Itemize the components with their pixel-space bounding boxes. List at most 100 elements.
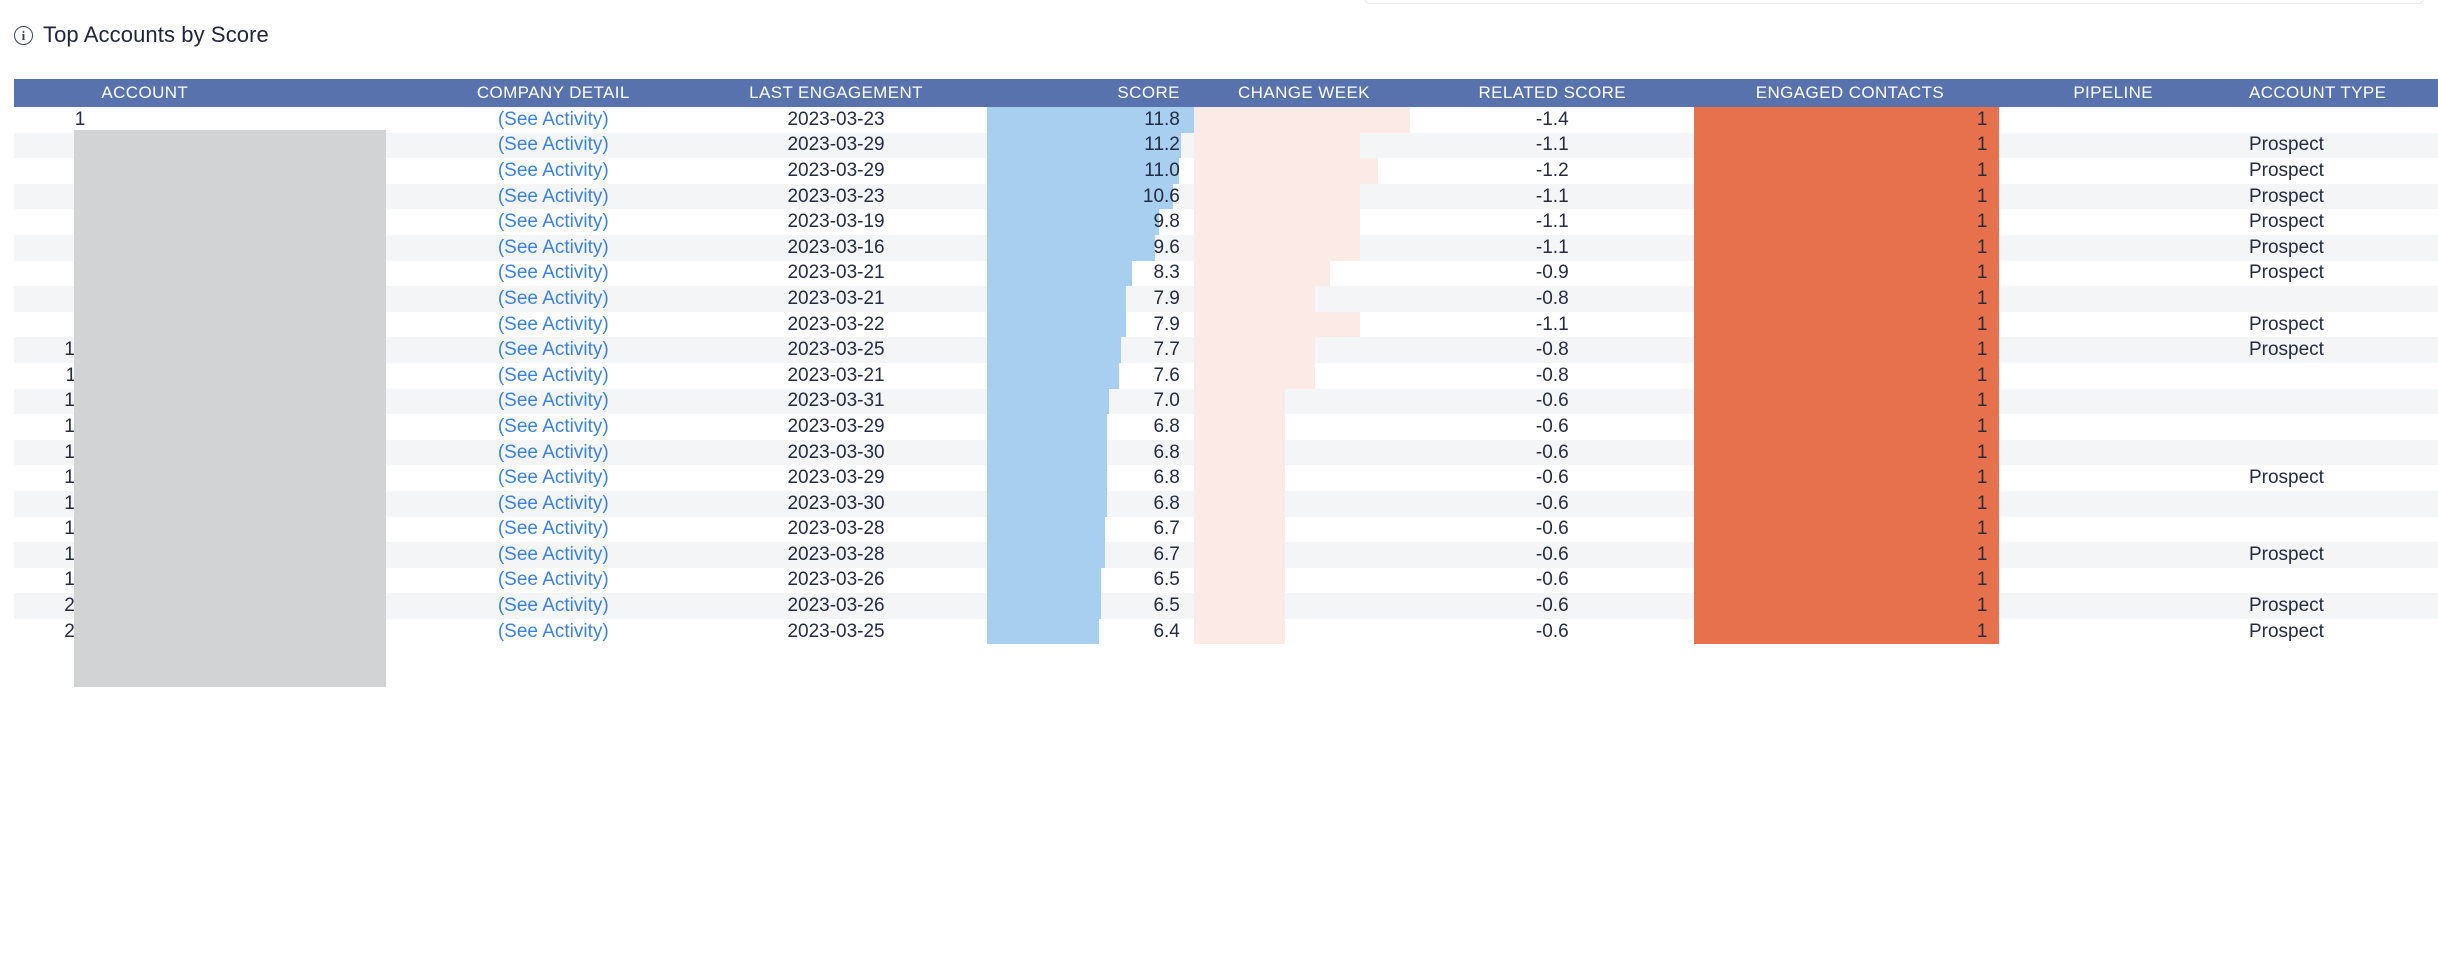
- cell-engaged-contacts: 1: [1694, 132, 2000, 159]
- cell-company-detail[interactable]: (See Activity): [421, 465, 686, 491]
- score-bar: [986, 260, 1132, 287]
- cell-related-score-value: -0.6: [1535, 569, 1569, 591]
- score-bar: [986, 439, 1107, 466]
- score-bar: [986, 542, 1105, 568]
- cell-score: 6.8: [986, 465, 1194, 491]
- change-week-bar: [1193, 337, 1315, 363]
- cell-pipeline: [1999, 618, 2227, 645]
- info-circle-icon[interactable]: i: [14, 25, 33, 45]
- cell-company-detail[interactable]: (See Activity): [421, 107, 686, 133]
- cell-company-detail[interactable]: (See Activity): [421, 337, 686, 363]
- cell-engaged-contacts: 1: [1694, 593, 2000, 619]
- cell-company-detail-value: (See Activity): [497, 287, 609, 309]
- change-week-bar: [1193, 490, 1285, 517]
- cell-company-detail[interactable]: (See Activity): [421, 234, 686, 261]
- column-header-pipeline[interactable]: PIPELINE: [1999, 79, 2227, 107]
- cell-related-score: -1.1: [1410, 132, 1695, 159]
- cell-score-value: 9.8: [1153, 211, 1180, 233]
- column-header-related-score[interactable]: RELATED SCORE: [1410, 79, 1695, 107]
- cell-related-score-value: -0.6: [1535, 492, 1569, 514]
- cell-engaged-contacts-value: 1: [1976, 108, 1988, 130]
- change-week-bar: [1193, 593, 1285, 619]
- cell-related-score-value: -0.8: [1535, 287, 1569, 309]
- column-header-change-week[interactable]: CHANGE WEEK: [1193, 79, 1411, 107]
- cell-related-score-value: -0.6: [1535, 467, 1569, 489]
- cell-change-week: [1193, 337, 1411, 363]
- cell-company-detail[interactable]: (See Activity): [421, 567, 686, 594]
- cell-engaged-contacts: 1: [1694, 209, 2000, 235]
- cell-account-type: Prospect: [2226, 209, 2438, 235]
- cell-account-type-value: Prospect: [2248, 543, 2324, 565]
- cell-last-engagement: 2023-03-26: [685, 567, 987, 594]
- cell-last-engagement-value: 2023-03-30: [787, 492, 885, 514]
- cell-company-detail[interactable]: (See Activity): [421, 183, 686, 210]
- engaged-contacts-bar: [1694, 209, 2000, 235]
- cell-account-type-value: Prospect: [2248, 262, 2324, 284]
- cell-account-type-value: Prospect: [2248, 185, 2324, 207]
- engaged-contacts-bar: [1694, 567, 2000, 594]
- cell-engaged-contacts: 1: [1694, 311, 2000, 338]
- cell-pipeline: [1999, 286, 2227, 312]
- cell-company-detail[interactable]: (See Activity): [421, 158, 686, 184]
- cell-company-detail[interactable]: (See Activity): [421, 209, 686, 235]
- cell-last-engagement: 2023-03-21: [685, 286, 987, 312]
- cell-company-detail[interactable]: (See Activity): [421, 388, 686, 415]
- cell-company-detail[interactable]: (See Activity): [421, 362, 686, 389]
- cell-engaged-contacts-value: 1: [1976, 313, 1988, 335]
- cell-company-detail[interactable]: (See Activity): [421, 439, 686, 466]
- change-week-bar: [1193, 107, 1411, 133]
- column-header-last-engagement[interactable]: LAST ENGAGEMENT: [685, 79, 987, 107]
- column-header-account-type[interactable]: ACCOUNT TYPE: [2226, 79, 2438, 107]
- engaged-contacts-bar: [1694, 107, 2000, 133]
- column-header-engaged-contacts[interactable]: ENGAGED CONTACTS: [1694, 79, 2000, 107]
- cell-score: 7.0: [986, 388, 1194, 415]
- score-bar: [986, 337, 1122, 363]
- cell-account-type-value: Prospect: [2248, 134, 2324, 156]
- cell-pipeline: [1999, 414, 2227, 440]
- cell-related-score: -0.6: [1410, 414, 1695, 440]
- cell-company-detail[interactable]: (See Activity): [421, 132, 686, 159]
- column-header-account[interactable]: ACCOUNT: [91, 79, 422, 107]
- engaged-contacts-bar: [1694, 158, 2000, 184]
- cell-score: 6.7: [986, 542, 1194, 568]
- accounts-table-container[interactable]: ACCOUNT COMPANY DETAIL LAST ENGAGEMENT S…: [14, 79, 2438, 956]
- cell-related-score-value: -1.2: [1535, 159, 1569, 181]
- cell-company-detail[interactable]: (See Activity): [421, 260, 686, 287]
- column-header-company-detail[interactable]: COMPANY DETAIL: [421, 79, 686, 107]
- cell-company-detail[interactable]: (See Activity): [421, 286, 686, 312]
- cell-account-type: Prospect: [2226, 311, 2438, 338]
- cell-company-detail[interactable]: (See Activity): [421, 414, 686, 440]
- column-header-index[interactable]: [14, 79, 92, 107]
- cell-engaged-contacts: 1: [1694, 465, 2000, 491]
- cell-last-engagement-value: 2023-03-21: [787, 364, 885, 386]
- cell-change-week: [1193, 183, 1411, 210]
- score-bar: [986, 209, 1159, 235]
- cell-last-engagement-value: 2023-03-29: [787, 415, 885, 437]
- cell-engaged-contacts-value: 1: [1976, 134, 1988, 156]
- cell-score: 6.7: [986, 516, 1194, 543]
- column-header-score[interactable]: SCORE: [986, 79, 1194, 107]
- cell-account-type-value: Prospect: [2248, 159, 2324, 181]
- cell-company-detail[interactable]: (See Activity): [421, 311, 686, 338]
- cell-score: 8.3: [986, 260, 1194, 287]
- score-bar: [986, 490, 1107, 517]
- cell-account[interactable]: [91, 107, 422, 133]
- cell-company-detail[interactable]: (See Activity): [421, 516, 686, 543]
- change-week-bar: [1193, 183, 1361, 210]
- cell-company-detail[interactable]: (See Activity): [421, 618, 686, 645]
- cell-company-detail-value: (See Activity): [497, 236, 609, 258]
- cell-last-engagement-value: 2023-03-21: [787, 287, 885, 309]
- cell-company-detail[interactable]: (See Activity): [421, 490, 686, 517]
- cell-related-score: -0.6: [1410, 388, 1695, 415]
- engaged-contacts-bar: [1694, 132, 2000, 159]
- cell-engaged-contacts-value: 1: [1976, 569, 1988, 591]
- cell-last-engagement: 2023-03-28: [685, 542, 987, 568]
- table-row[interactable]: 1(See Activity)2023-03-2311.8-1.41parsl.…: [14, 107, 2438, 133]
- change-week-bar: [1193, 260, 1331, 287]
- cell-company-detail[interactable]: (See Activity): [421, 542, 686, 568]
- change-week-bar: [1193, 414, 1285, 440]
- cell-engaged-contacts: 1: [1694, 439, 2000, 466]
- cell-related-score: -0.8: [1410, 362, 1695, 389]
- cell-company-detail[interactable]: (See Activity): [421, 593, 686, 619]
- cell-last-engagement-value: 2023-03-29: [787, 467, 885, 489]
